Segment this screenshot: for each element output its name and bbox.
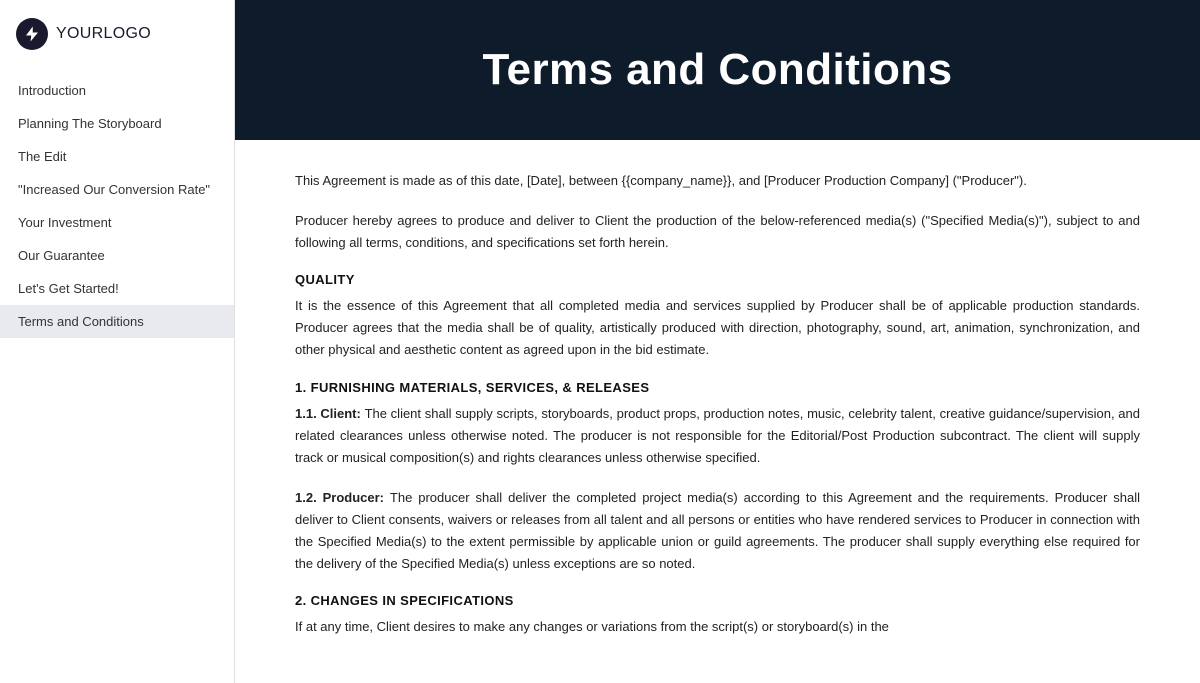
sidebar-item-7[interactable]: Terms and Conditions [0, 305, 234, 338]
section1-heading: 1. FURNISHING MATERIALS, SERVICES, & REL… [295, 380, 1140, 395]
sidebar-item-4[interactable]: Your Investment [0, 206, 234, 239]
section1-2-paragraph: 1.2. Producer: The producer shall delive… [295, 487, 1140, 575]
sidebar-item-5[interactable]: Our Guarantee [0, 239, 234, 272]
sidebar-item-3[interactable]: "Increased Our Conversion Rate" [0, 173, 234, 206]
section1-1-text: The client shall supply scripts, storybo… [295, 406, 1140, 465]
section1-2-label: 1.2. Producer: [295, 490, 390, 505]
section1-1-label: 1.1. Client: [295, 406, 365, 421]
page-title: Terms and Conditions [482, 45, 952, 95]
bolt-icon [16, 18, 48, 50]
quality-heading: QUALITY [295, 272, 1140, 287]
section2-heading: 2. CHANGES IN SPECIFICATIONS [295, 593, 1140, 608]
quality-section: QUALITY It is the essence of this Agreem… [295, 272, 1140, 361]
sidebar: YOURLOGO IntroductionPlanning The Storyb… [0, 0, 235, 683]
section2: 2. CHANGES IN SPECIFICATIONS If at any t… [295, 593, 1140, 638]
section1-2-text: The producer shall deliver the completed… [295, 490, 1140, 571]
logo-regular: LOGO [104, 25, 152, 42]
section2-paragraph: If at any time, Client desires to make a… [295, 616, 1140, 638]
sidebar-item-6[interactable]: Let's Get Started! [0, 272, 234, 305]
sidebar-item-2[interactable]: The Edit [0, 140, 234, 173]
sidebar-item-1[interactable]: Planning The Storyboard [0, 107, 234, 140]
quality-paragraph: It is the essence of this Agreement that… [295, 295, 1140, 361]
intro-paragraph-2: Producer hereby agrees to produce and de… [295, 210, 1140, 254]
hero-banner: Terms and Conditions [235, 0, 1200, 140]
sidebar-nav: IntroductionPlanning The StoryboardThe E… [0, 66, 234, 346]
logo-text: YOURLOGO [56, 25, 151, 43]
logo-bold: YOUR [56, 25, 104, 42]
main-content: Terms and Conditions This Agreement is m… [235, 0, 1200, 683]
content-body: This Agreement is made as of this date, … [235, 140, 1200, 683]
section1: 1. FURNISHING MATERIALS, SERVICES, & REL… [295, 380, 1140, 576]
logo-area: YOURLOGO [0, 0, 234, 66]
intro-paragraph-1: This Agreement is made as of this date, … [295, 170, 1140, 192]
section1-1-paragraph: 1.1. Client: The client shall supply scr… [295, 403, 1140, 469]
sidebar-item-0[interactable]: Introduction [0, 74, 234, 107]
